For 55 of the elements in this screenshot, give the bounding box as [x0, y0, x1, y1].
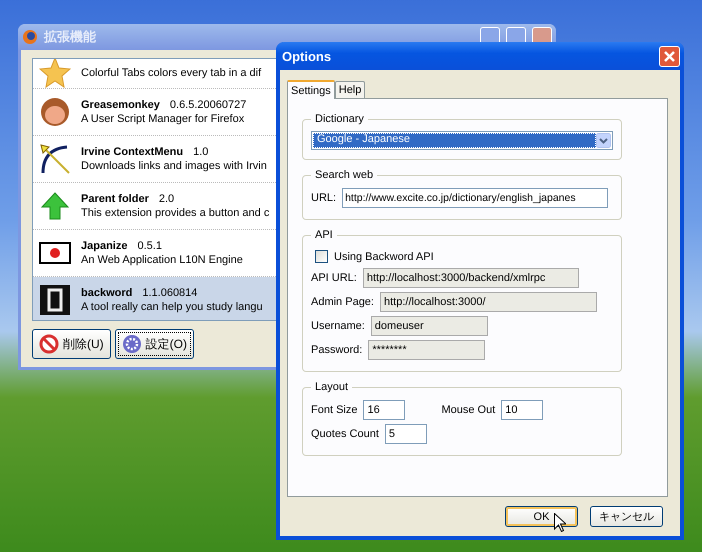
number-field[interactable]: 10	[501, 400, 544, 420]
close-icon	[664, 50, 675, 62]
bow-and-arrow-icon	[39, 142, 71, 175]
extension-version: 2.0	[158, 192, 174, 205]
extension-name: Greasemonkey	[81, 98, 160, 111]
field-label: API URL:	[311, 272, 357, 284]
options-button[interactable]: 設定(O)	[114, 329, 194, 359]
up-arrow-icon	[39, 190, 71, 222]
dialog-title: Options	[282, 48, 332, 64]
dictionary-dropdown[interactable]: Google - Japanese	[311, 131, 613, 150]
checkbox-label: Using Backword API	[334, 250, 434, 262]
field-label: Quotes Count	[311, 428, 379, 440]
extension-name: Parent folder	[81, 192, 149, 205]
gear-icon	[122, 334, 142, 354]
number-field[interactable]: 5	[384, 424, 427, 444]
monkey-icon	[39, 96, 71, 128]
b-logo-icon	[39, 284, 71, 316]
number-field[interactable]: 16	[363, 400, 406, 420]
firefox-icon	[22, 28, 38, 45]
field-label: URL:	[311, 192, 336, 204]
extension-description: A tool really can help you study langu	[81, 300, 263, 313]
prohibited-icon	[39, 334, 59, 354]
group-label: Layout	[314, 381, 350, 393]
extension-version: 1.1.060814	[142, 286, 198, 299]
uninstall-button[interactable]: 削除(U)	[32, 329, 111, 359]
extension-version: 1.0	[193, 146, 208, 158]
extension-name: Irvine ContextMenu	[81, 146, 184, 158]
star-icon	[39, 58, 71, 90]
field-label: Password:	[311, 344, 362, 356]
extension-name: Japanize	[81, 240, 128, 252]
tab[interactable]: Help	[334, 81, 366, 98]
group-label: API	[314, 229, 334, 241]
extension-description: A User Script Manager for Firefox	[81, 112, 246, 125]
mouse-pointer-icon	[554, 513, 566, 532]
group-label: Dictionary	[314, 113, 365, 125]
url-field[interactable]: http://www.excite.co.jp/dictionary/english_japanes	[342, 188, 608, 208]
extension-name: backword	[81, 286, 132, 299]
field-label: Username:	[311, 320, 365, 332]
close-button[interactable]	[659, 46, 680, 66]
tab[interactable]: Settings	[287, 80, 335, 99]
chevron-down-icon	[596, 133, 611, 148]
extension-version: 0.6.5.20060727	[170, 98, 246, 111]
extension-description: An Web Application L10N Engine	[81, 254, 243, 266]
window-title: 拡張機能	[44, 28, 97, 46]
extension-version: 0.5.1	[137, 240, 162, 252]
extension-description: Downloads links and images with Irvin	[81, 160, 267, 172]
field-label: Mouse Out	[441, 404, 496, 416]
extension-description: This extension provides a button and c	[81, 206, 270, 219]
field-label: Font Size	[311, 404, 358, 416]
ok-button[interactable]: OK	[505, 506, 578, 527]
checkbox[interactable]	[315, 250, 328, 263]
extension-description: Colorful Tabs colors every tab in a dif	[81, 67, 262, 80]
cancel-button[interactable]: キャンセル	[590, 506, 663, 527]
group-label: Search web	[314, 169, 374, 181]
field-label: Admin Page:	[311, 296, 374, 308]
